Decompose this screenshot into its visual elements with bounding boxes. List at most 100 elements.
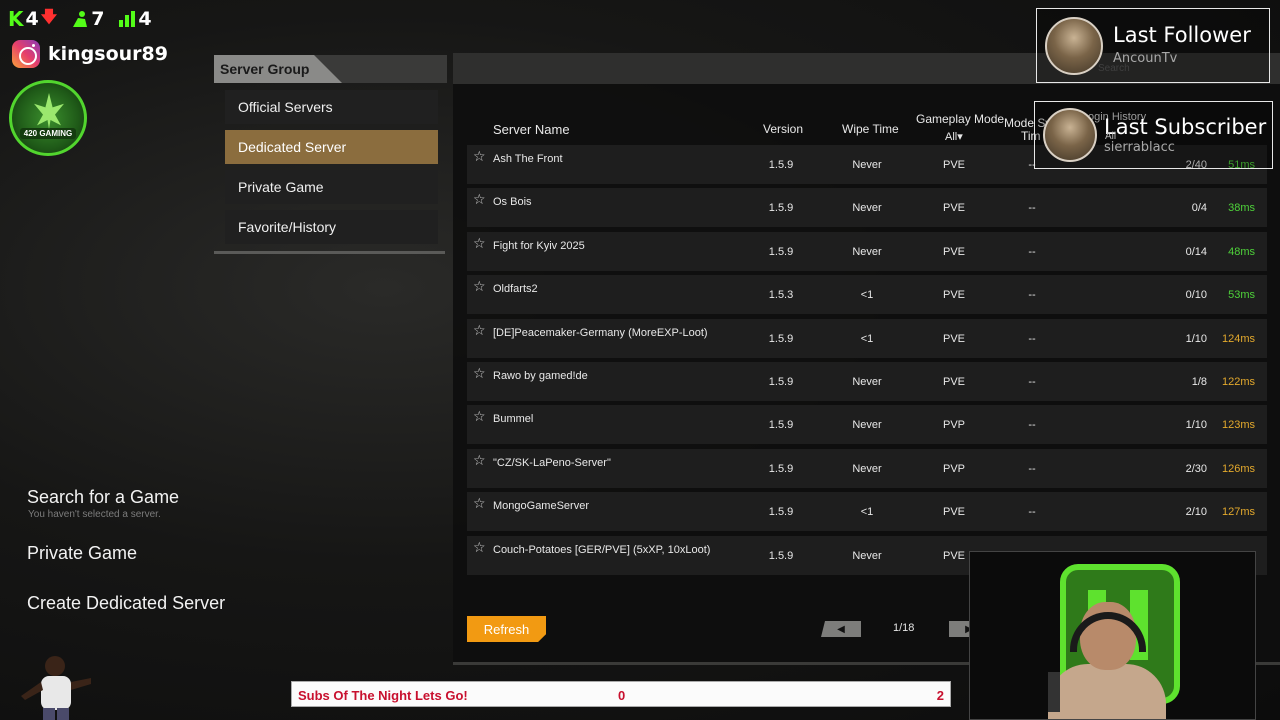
server-row[interactable]: ☆ Bummel 1.5.9 Never PVP -- 1/10 123ms <box>467 405 1267 445</box>
follow-count: 7 <box>91 8 105 30</box>
server-name: Ash The Front <box>493 153 563 165</box>
server-row[interactable]: ☆ [DE]Peacemaker-Germany (MoreEXP-Loot) … <box>467 318 1267 358</box>
server-players: 2/30 <box>1185 462 1207 475</box>
column-wipe-time[interactable]: Wipe Time <box>842 122 899 136</box>
goal-target: 2 <box>936 688 944 703</box>
group-official-servers[interactable]: Official Servers <box>225 90 438 124</box>
server-row[interactable]: ☆ MongoGameServer 1.5.9 <1 PVE -- 2/10 1… <box>467 492 1267 532</box>
server-version: 1.5.9 <box>768 506 794 519</box>
server-version: 1.5.9 <box>768 245 794 258</box>
server-mode: PVE <box>942 289 965 302</box>
server-players: 1/10 <box>1185 419 1207 432</box>
server-mode: PVP <box>942 419 965 432</box>
server-wipe: <1 <box>860 506 874 519</box>
favorite-star-icon[interactable]: ☆ <box>473 235 486 252</box>
server-ping: 127ms <box>1221 506 1255 519</box>
server-ping: 124ms <box>1221 332 1255 345</box>
private-game-link[interactable]: Private Game <box>27 543 137 564</box>
kick-stat: K 4 🡇 <box>8 6 57 33</box>
favorite-star-icon[interactable]: ☆ <box>473 191 486 208</box>
server-wipe: Never <box>852 462 882 475</box>
server-players: 2/10 <box>1185 506 1207 519</box>
group-dedicated-server[interactable]: Dedicated Server <box>225 130 438 164</box>
favorite-star-icon[interactable]: ☆ <box>473 278 486 295</box>
server-version: 1.5.9 <box>768 202 794 215</box>
server-mode-switch: -- <box>1028 506 1036 519</box>
server-version: 1.5.9 <box>768 462 794 475</box>
server-wipe: Never <box>852 375 882 388</box>
create-dedicated-server-link[interactable]: Create Dedicated Server <box>27 593 225 614</box>
server-name: Oldfarts2 <box>493 283 538 296</box>
server-ping: 48ms <box>1228 245 1255 258</box>
server-mode-switch: -- <box>1028 332 1036 345</box>
channel-logo: 420 GAMING <box>9 80 87 156</box>
column-gameplay-mode[interactable]: Gameplay Mode <box>916 112 1004 126</box>
server-group-title: Server Group <box>220 61 310 77</box>
favorite-star-icon[interactable]: ☆ <box>473 452 486 469</box>
group-label: Favorite/History <box>238 219 337 235</box>
leaf-icon <box>34 93 64 129</box>
server-mode: PVE <box>942 375 965 388</box>
subscriber-avatar <box>1043 108 1097 162</box>
server-players: 0/4 <box>1191 202 1207 215</box>
gameplay-mode-filter[interactable]: All▾ <box>945 130 963 143</box>
server-mode: PVE <box>942 202 965 215</box>
server-mode: PVE <box>942 159 965 171</box>
headphones-icon <box>1070 612 1146 652</box>
server-name: "CZ/SK-LaPeno-Server" <box>493 456 611 469</box>
server-mode: PVE <box>942 506 965 519</box>
favorite-star-icon[interactable]: ☆ <box>473 148 486 165</box>
stream-stats: K 4 🡇 7 4 <box>8 6 152 32</box>
group-private-game[interactable]: Private Game <box>225 170 438 204</box>
streamer-body <box>1048 664 1166 719</box>
favorite-star-icon[interactable]: ☆ <box>473 408 486 425</box>
favorite-star-icon[interactable]: ☆ <box>473 495 486 512</box>
server-mode-switch: -- <box>1028 202 1036 215</box>
server-ping: 38ms <box>1228 202 1255 215</box>
server-row[interactable]: ☆ "CZ/SK-LaPeno-Server" 1.5.9 Never PVP … <box>467 448 1267 488</box>
server-players: 0/10 <box>1185 289 1207 302</box>
down-arrow-icon: 🡇 <box>40 6 58 26</box>
column-server-name[interactable]: Server Name <box>493 122 570 137</box>
server-players: 1/8 <box>1191 375 1207 388</box>
server-name: [DE]Peacemaker-Germany (MoreEXP-Loot) <box>493 326 708 339</box>
server-row[interactable]: ☆ Os Bois 1.5.9 Never PVE -- 0/4 38ms <box>467 188 1267 228</box>
refresh-button[interactable]: Refresh <box>467 616 546 642</box>
server-row[interactable]: ☆ Oldfarts2 1.5.3 <1 PVE -- 0/10 53ms <box>467 275 1267 315</box>
last-subscriber-name: sierrablacc <box>1104 140 1175 155</box>
instagram-handle: kingsour89 <box>48 43 168 65</box>
group-favorite-history[interactable]: Favorite/History <box>225 210 438 244</box>
server-row[interactable]: ☆ Rawo by gamed!de 1.5.9 Never PVE -- 1/… <box>467 361 1267 401</box>
server-row[interactable]: ☆ Fight for Kyiv 2025 1.5.9 Never PVE --… <box>467 231 1267 271</box>
instagram-handle-row: kingsour89 <box>12 40 168 68</box>
last-subscriber-title: Last Subscriber <box>1104 115 1267 139</box>
group-label: Official Servers <box>238 99 333 115</box>
favorite-star-icon[interactable]: ☆ <box>473 539 486 556</box>
server-players: 1/10 <box>1185 332 1207 345</box>
microphone-icon <box>1048 672 1060 712</box>
last-follower-name: AncounTv <box>1113 51 1178 66</box>
kick-count: 4 <box>25 8 39 30</box>
server-rows: ☆ Ash The Front 1.5.9 Never PVE -- 2/40 … <box>467 145 1267 579</box>
goal-title: Subs Of The Night Lets Go! <box>298 688 468 703</box>
favorite-star-icon[interactable]: ☆ <box>473 365 486 382</box>
group-label: Dedicated Server <box>238 139 347 155</box>
server-version: 1.5.9 <box>768 549 794 562</box>
search-for-game-link[interactable]: Search for a Game <box>27 487 179 508</box>
server-version: 1.5.9 <box>768 375 794 388</box>
column-version[interactable]: Version <box>763 122 803 136</box>
server-ping: 122ms <box>1221 375 1255 388</box>
server-version: 1.5.9 <box>768 419 794 432</box>
login-history-filter[interactable]: All <box>1105 131 1116 142</box>
server-mode-switch: -- <box>1028 245 1036 258</box>
server-mode-switch: -- <box>1028 419 1036 432</box>
favorite-star-icon[interactable]: ☆ <box>473 322 486 339</box>
server-wipe: Never <box>852 202 882 215</box>
server-wipe: Never <box>852 419 882 432</box>
server-ping: 53ms <box>1228 289 1255 302</box>
kick-icon: K <box>8 7 24 31</box>
server-name: Rawo by gamed!de <box>493 369 588 382</box>
server-mode-switch: -- <box>1028 289 1036 302</box>
prev-page-button[interactable]: ◀ <box>821 621 861 637</box>
streamer-figure <box>1048 602 1166 719</box>
